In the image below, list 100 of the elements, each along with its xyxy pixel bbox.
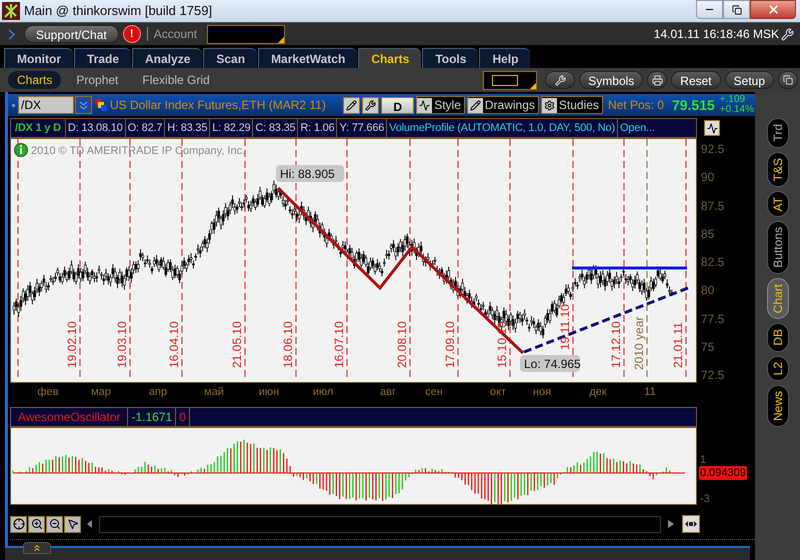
side-tab[interactable]: Buttons xyxy=(766,221,788,274)
expand-panel-button[interactable] xyxy=(23,542,51,554)
toolbar-button[interactable]: Reset xyxy=(671,71,721,89)
detach-button[interactable] xyxy=(778,71,798,89)
support-chat-button[interactable]: Support/Chat xyxy=(24,25,119,43)
month-label: апр xyxy=(148,385,168,400)
symbol-field[interactable]: /DX xyxy=(18,96,74,114)
copyright-text: 2010 © TD AMERITRADE IP Company, Inc. xyxy=(31,145,246,157)
close-button[interactable] xyxy=(750,0,796,19)
restore-button[interactable] xyxy=(723,0,750,19)
high-price-label: Hi: 88.905 xyxy=(276,165,344,182)
sub-tab[interactable]: Charts xyxy=(8,71,62,89)
side-tab[interactable]: Chart xyxy=(766,278,788,320)
pointer-button[interactable] xyxy=(64,516,81,532)
scrollbar-track[interactable] xyxy=(99,516,661,532)
main-tab[interactable]: Monitor xyxy=(4,48,73,68)
aggregation-button[interactable]: D xyxy=(381,96,414,114)
fit-width-button[interactable] xyxy=(682,515,700,533)
windows-icon xyxy=(783,75,793,85)
app-logo-icon xyxy=(2,2,20,20)
side-tab[interactable]: AT xyxy=(766,190,788,218)
side-tab[interactable]: L2 xyxy=(766,356,788,382)
date-label: 18.06.10 xyxy=(281,321,295,368)
pencil-icon xyxy=(470,100,481,110)
crosshair-icon xyxy=(12,518,24,530)
date-label: 2010 year xyxy=(632,316,646,370)
sub-tab[interactable]: Flexible Grid xyxy=(133,71,219,89)
chart-tool-button[interactable]: Drawings xyxy=(466,96,539,114)
account-field[interactable] xyxy=(207,24,286,44)
symbol-description: US Dollar Index Futures,ETH (MAR2 11) xyxy=(110,97,326,114)
open-studies-link[interactable]: Open... xyxy=(618,119,657,137)
month-label: ноя xyxy=(532,385,552,400)
date-label: 17.09.10 xyxy=(443,321,457,368)
month-label: июл xyxy=(312,385,334,400)
scroll-right-icon[interactable] xyxy=(668,520,674,528)
side-tab[interactable]: T&S xyxy=(766,152,788,187)
price-axis-label: 77.5 xyxy=(701,312,726,326)
date-label: 16.07.10 xyxy=(332,321,346,368)
side-tab[interactable]: DB xyxy=(766,323,788,352)
main-tab[interactable]: Scan xyxy=(203,48,258,68)
main-tab[interactable]: Help xyxy=(479,48,530,68)
wrench-icon xyxy=(554,74,566,86)
crosshair-button[interactable] xyxy=(10,516,27,532)
side-tab[interactable]: Trd xyxy=(766,118,788,148)
price-change-text: +.109 xyxy=(720,95,746,105)
symbol-dropdown[interactable] xyxy=(75,96,92,114)
study-name-cell: AwesomeOscillator xyxy=(11,408,128,426)
chart-tool-button[interactable]: Studies xyxy=(540,96,603,114)
main-tab[interactable]: Charts xyxy=(358,48,422,68)
month-label: май xyxy=(204,385,224,400)
settings-button[interactable] xyxy=(362,96,380,114)
scroll-left-icon[interactable] xyxy=(87,520,93,528)
printer-icon xyxy=(652,74,663,86)
color-swatch-field[interactable] xyxy=(483,70,538,90)
account-label: Account xyxy=(154,26,198,43)
main-tab[interactable]: Analyze xyxy=(132,48,202,68)
alert-badge[interactable]: ! xyxy=(122,25,141,43)
side-tab[interactable]: News xyxy=(766,385,788,428)
main-tab[interactable]: Tools xyxy=(422,48,478,68)
colored-squares-icon xyxy=(95,99,107,111)
month-label: мар xyxy=(91,385,111,400)
wrench-icon xyxy=(365,100,376,110)
toolbar-button[interactable]: Symbols xyxy=(579,71,644,89)
price-axis-label: 80 xyxy=(701,283,716,298)
drawing-tool-button[interactable] xyxy=(343,96,360,114)
ohlc-cell: L: 82.29 xyxy=(210,119,254,137)
date-label: 20.08.10 xyxy=(395,321,409,368)
toolbar-button[interactable]: Setup xyxy=(724,71,774,89)
wrench-icon[interactable] xyxy=(781,28,794,40)
settings-button[interactable] xyxy=(545,71,576,89)
pulse-icon xyxy=(706,122,718,134)
chart-title-cell: /DX 1 y D xyxy=(11,119,66,137)
month-label: окт xyxy=(490,385,506,400)
close-icon xyxy=(766,3,780,16)
study-zero-cell: 0 xyxy=(176,408,190,426)
main-tab[interactable]: MarketWatch xyxy=(258,48,358,68)
ohlc-cell: H: 83.35 xyxy=(165,119,210,137)
main-tab[interactable]: Trade xyxy=(74,48,132,68)
zoom-out-button[interactable] xyxy=(46,516,63,532)
pencil-icon xyxy=(346,100,358,110)
ohlc-cell: O: 82.7 xyxy=(126,119,166,137)
date-label: 19.02.10 xyxy=(65,321,79,368)
ohlc-cell: Y: 77.666 xyxy=(337,119,388,137)
double-chevron-down-icon xyxy=(79,100,88,110)
date-label: 19.03.10 xyxy=(115,321,129,368)
month-label: 11 xyxy=(644,385,656,400)
zoom-in-button[interactable] xyxy=(28,516,45,532)
price-change-percent: +0.14% xyxy=(720,105,754,115)
price-axis-label: 87.5 xyxy=(701,198,726,212)
date-label: 21.05.10 xyxy=(230,321,244,368)
date-label: 17.12.10 xyxy=(609,321,623,368)
chart-mode-button[interactable] xyxy=(704,120,720,136)
info-icon xyxy=(14,143,28,157)
sub-tab[interactable]: Prophet xyxy=(67,71,128,89)
date-label: 16.04.10 xyxy=(167,321,181,368)
date-label: 19.11.10 xyxy=(558,304,572,350)
chart-tool-button[interactable]: Style xyxy=(416,96,465,114)
print-button[interactable] xyxy=(647,71,668,89)
price-axis-label: 82.5 xyxy=(701,255,726,269)
window-title: Main @ thinkorswim [build 1759] xyxy=(24,2,212,20)
